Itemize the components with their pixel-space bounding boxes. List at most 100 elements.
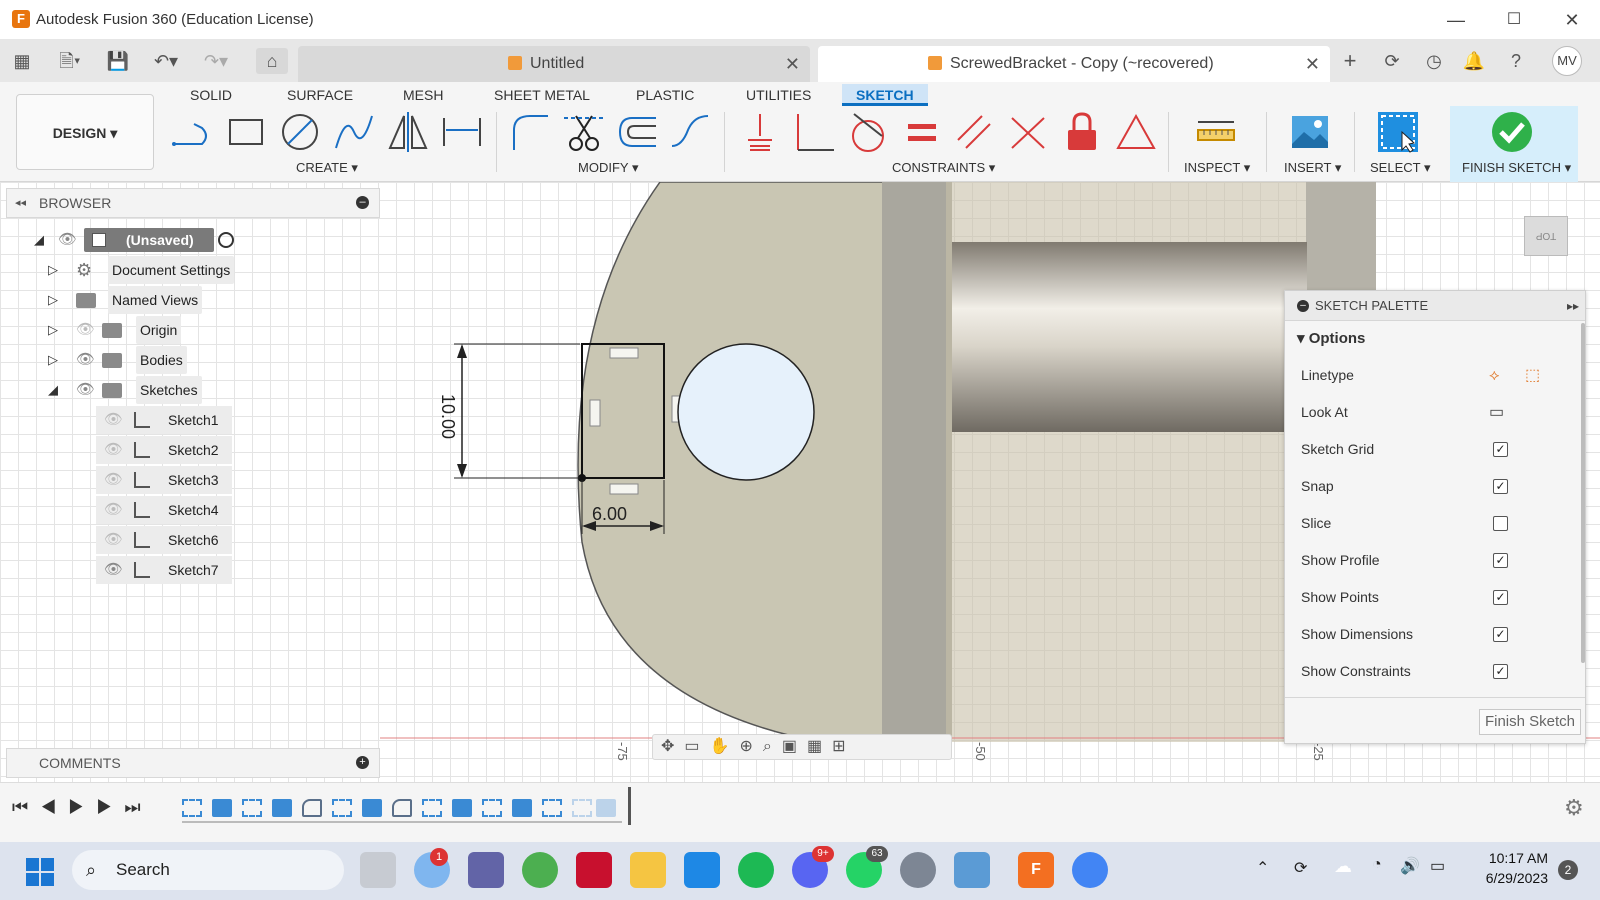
- expand-triangle-icon[interactable]: ▷: [48, 286, 58, 314]
- show-dimensions-checkbox[interactable]: ✓: [1493, 627, 1508, 642]
- step-forward-icon[interactable]: ▶: [96, 797, 124, 817]
- user-avatar[interactable]: MV: [1552, 46, 1582, 76]
- tangent-constraint-icon[interactable]: [846, 110, 890, 154]
- midpoint-constraint-icon[interactable]: [1114, 110, 1158, 154]
- expand-triangle-icon[interactable]: ▷: [48, 316, 58, 344]
- chrome-app-icon[interactable]: [522, 852, 558, 888]
- horizontal-constraint-icon[interactable]: [609, 483, 639, 495]
- fusion-360-app-icon[interactable]: F: [1018, 852, 1054, 888]
- timeline-sketch-icon[interactable]: [542, 799, 562, 817]
- sync-icon[interactable]: ⟳: [1294, 858, 1307, 878]
- collapse-triangle-icon[interactable]: ◢: [48, 376, 58, 404]
- minimize-panel-icon[interactable]: –: [356, 196, 369, 209]
- hidden-eye-icon[interactable]: 👁: [104, 406, 123, 434]
- hidden-eye-icon[interactable]: 👁: [104, 436, 123, 464]
- minimize-button[interactable]: —: [1444, 8, 1468, 32]
- snap-checkbox[interactable]: ✓: [1493, 479, 1508, 494]
- show-constraints-checkbox[interactable]: ✓: [1493, 664, 1508, 679]
- dimension-width-value[interactable]: 6.00: [592, 504, 627, 525]
- app-grid-icon[interactable]: ▦: [8, 48, 36, 74]
- grid-settings-icon[interactable]: ▦: [807, 738, 832, 755]
- browser-sketch-item[interactable]: 👁 Sketch1: [96, 406, 232, 434]
- timeline-sketch-icon[interactable]: [332, 799, 352, 817]
- timeline-sketch-icon[interactable]: [572, 799, 592, 817]
- tab-utilities[interactable]: UTILITIES: [746, 84, 811, 106]
- volume-icon[interactable]: 🔊: [1400, 856, 1420, 876]
- clock-date[interactable]: 6/29/2023: [1468, 870, 1548, 886]
- dimension-height-value[interactable]: 10.00: [437, 394, 458, 454]
- undo-icon[interactable]: ↶▾: [146, 48, 186, 74]
- hidden-eye-icon[interactable]: 👁: [104, 466, 123, 494]
- line-tool-icon[interactable]: [170, 110, 214, 154]
- sketch-circle-hole[interactable]: [677, 343, 815, 481]
- tab-solid[interactable]: SOLID: [190, 84, 232, 106]
- show-profile-checkbox[interactable]: ✓: [1493, 553, 1508, 568]
- timeline-marker[interactable]: [628, 787, 631, 825]
- chrome-profile-app-icon[interactable]: [1072, 852, 1108, 888]
- battery-icon[interactable]: ▭: [1430, 856, 1445, 876]
- activate-radio-icon[interactable]: [218, 232, 234, 248]
- play-icon[interactable]: ▶: [68, 797, 96, 817]
- tab-mesh[interactable]: MESH: [403, 84, 443, 106]
- job-status-icon[interactable]: ◷: [1420, 48, 1448, 74]
- hidden-eye-icon[interactable]: 👁: [104, 496, 123, 524]
- rectangle-tool-icon[interactable]: [224, 110, 268, 154]
- expand-triangle-icon[interactable]: ▷: [48, 256, 58, 284]
- timeline-extrude-icon[interactable]: [596, 799, 616, 817]
- close-tab-icon[interactable]: ✕: [1305, 46, 1320, 82]
- timeline-extrude-icon[interactable]: [272, 799, 292, 817]
- save-icon[interactable]: 💾: [104, 48, 132, 74]
- options-section-header[interactable]: ▾ Options: [1297, 321, 1365, 357]
- fix-constraint-lock-icon[interactable]: [1060, 110, 1104, 154]
- measure-tool-icon[interactable]: [1194, 110, 1238, 154]
- conic-curve-icon[interactable]: [668, 110, 712, 154]
- timeline-sketch-icon[interactable]: [182, 799, 202, 817]
- timeline-extrude-icon[interactable]: [212, 799, 232, 817]
- browser-sketch-item[interactable]: 👁 Sketch4: [96, 496, 232, 524]
- vscode-app-icon[interactable]: [684, 852, 720, 888]
- pan-icon[interactable]: ✋: [710, 738, 740, 755]
- finish-sketch-check-icon[interactable]: [1490, 110, 1534, 154]
- windows-start-icon[interactable]: [26, 858, 54, 886]
- teams-app-icon[interactable]: [468, 852, 504, 888]
- palette-scrollbar[interactable]: [1581, 323, 1585, 663]
- tab-surface[interactable]: SURFACE: [287, 84, 353, 106]
- file-explorer-icon[interactable]: [630, 852, 666, 888]
- sketch-grid-checkbox[interactable]: ✓: [1493, 442, 1508, 457]
- create-group-label[interactable]: CREATE ▾: [296, 160, 358, 176]
- coincident-constraint-icon[interactable]: [792, 110, 836, 154]
- tab-sketch[interactable]: SKETCH: [842, 84, 928, 106]
- hidden-eye-icon[interactable]: 👁: [104, 526, 123, 554]
- close-button[interactable]: ✕: [1560, 8, 1584, 32]
- horizontal-vertical-constraint-icon[interactable]: [738, 110, 782, 154]
- go-to-end-icon[interactable]: ⏭: [124, 797, 152, 817]
- visibility-eye-icon[interactable]: 👁: [104, 556, 123, 584]
- slice-checkbox[interactable]: [1493, 516, 1508, 531]
- onedrive-cloud-icon[interactable]: ☁: [1334, 856, 1352, 877]
- spotify-app-icon[interactable]: [738, 852, 774, 888]
- timeline-sketch-icon[interactable]: [422, 799, 442, 817]
- timeline-sketch-icon[interactable]: [242, 799, 262, 817]
- browser-item-document-settings[interactable]: ▷ ⚙ Document Settings: [46, 256, 246, 284]
- spline-tool-icon[interactable]: [332, 110, 376, 154]
- task-view-icon[interactable]: [360, 852, 396, 888]
- notifications-icon[interactable]: 🔔: [1460, 48, 1488, 74]
- show-hidden-icons-chevron-icon[interactable]: ⌃: [1256, 858, 1269, 878]
- insert-group-label[interactable]: INSERT ▾: [1284, 160, 1341, 176]
- fillet-tool-icon[interactable]: [508, 110, 552, 154]
- visibility-eye-icon[interactable]: 👁: [58, 226, 77, 254]
- viewports-icon[interactable]: ⊞: [832, 738, 855, 755]
- collapse-panel-icon[interactable]: ◂◂: [15, 189, 26, 217]
- new-tab-icon[interactable]: +: [1336, 48, 1364, 74]
- maximize-button[interactable]: ☐: [1502, 8, 1526, 32]
- home-icon[interactable]: ⌂: [256, 48, 288, 74]
- insert-image-icon[interactable]: [1288, 110, 1332, 154]
- hidden-eye-icon[interactable]: 👁: [76, 316, 95, 344]
- browser-item-named-views[interactable]: ▷ Named Views: [46, 286, 246, 314]
- photos-app-icon[interactable]: [954, 852, 990, 888]
- trim-tool-icon[interactable]: [562, 110, 606, 154]
- workspace-switcher[interactable]: DESIGN ▾: [16, 94, 154, 170]
- offset-tool-icon[interactable]: [616, 110, 660, 154]
- circle-tool-icon[interactable]: [278, 110, 322, 154]
- timeline-fillet-icon[interactable]: [302, 799, 322, 817]
